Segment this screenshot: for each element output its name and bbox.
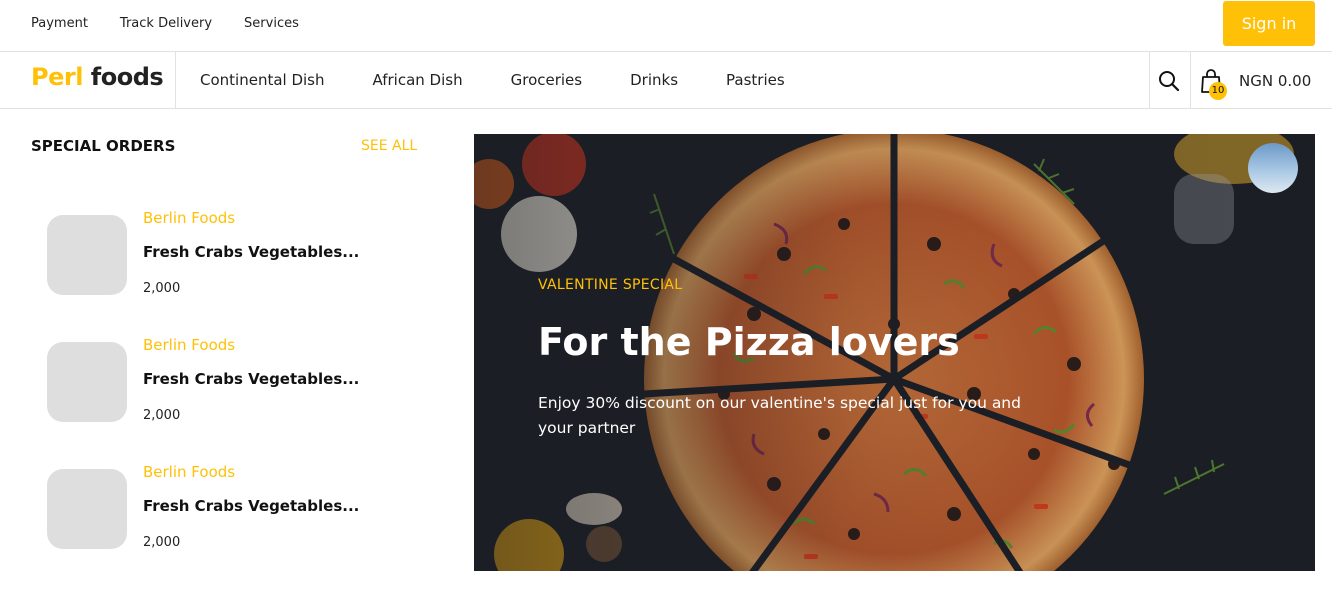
hero-tag: VALENTINE SPECIAL bbox=[538, 277, 683, 293]
top-link-payment[interactable]: Payment bbox=[31, 16, 88, 31]
order-thumbnail bbox=[47, 215, 127, 295]
order-thumbnail bbox=[47, 469, 127, 549]
special-order-item[interactable]: Berlin Foods Fresh Crabs Vegetables... 2… bbox=[47, 209, 377, 309]
nav-divider bbox=[175, 52, 176, 109]
search-button[interactable] bbox=[1157, 69, 1181, 93]
order-price: 2,000 bbox=[143, 281, 181, 296]
special-order-item[interactable]: Berlin Foods Fresh Crabs Vegetables... 2… bbox=[47, 336, 377, 436]
top-bar: Payment Track Delivery Services Sign in bbox=[0, 0, 1332, 52]
order-vendor: Berlin Foods bbox=[143, 336, 236, 354]
hero-description: Enjoy 30% discount on our valentine's sp… bbox=[538, 394, 1021, 437]
nav-divider bbox=[1149, 52, 1150, 109]
order-thumbnail bbox=[47, 342, 127, 422]
main-navbar: Perl foods Continental Dish African Dish… bbox=[0, 52, 1332, 109]
logo[interactable]: Perl foods bbox=[31, 63, 164, 91]
nav-item-groceries[interactable]: Groceries bbox=[511, 71, 583, 89]
nav-divider bbox=[1190, 52, 1191, 109]
search-icon bbox=[1159, 71, 1180, 92]
nav-item-continental-dish[interactable]: Continental Dish bbox=[200, 71, 325, 89]
top-links: Payment Track Delivery Services bbox=[31, 16, 299, 31]
order-name: Fresh Crabs Vegetables... bbox=[143, 243, 360, 261]
special-order-item[interactable]: Berlin Foods Fresh Crabs Vegetables... 2… bbox=[47, 463, 377, 563]
hero-banner[interactable]: VALENTINE SPECIAL For the Pizza lovers E… bbox=[474, 134, 1315, 571]
hero-title: For the Pizza lovers bbox=[538, 320, 960, 364]
order-name: Fresh Crabs Vegetables... bbox=[143, 370, 360, 388]
see-all-link[interactable]: SEE ALL bbox=[361, 138, 417, 154]
logo-part-foods: foods bbox=[90, 63, 164, 91]
top-link-services[interactable]: Services bbox=[244, 16, 299, 31]
special-orders-title: SPECIAL ORDERS bbox=[31, 137, 176, 155]
cart-count-badge: 10 bbox=[1209, 82, 1227, 100]
category-nav: Continental Dish African Dish Groceries … bbox=[200, 71, 833, 89]
top-link-track-delivery[interactable]: Track Delivery bbox=[120, 16, 212, 31]
order-price: 2,000 bbox=[143, 535, 181, 550]
user-avatar[interactable] bbox=[1248, 143, 1298, 193]
order-name: Fresh Crabs Vegetables... bbox=[143, 497, 360, 515]
sign-in-button[interactable]: Sign in bbox=[1223, 1, 1315, 46]
order-vendor: Berlin Foods bbox=[143, 463, 236, 481]
nav-item-african-dish[interactable]: African Dish bbox=[373, 71, 463, 89]
cart-total: NGN 0.00 bbox=[1239, 72, 1312, 90]
order-price: 2,000 bbox=[143, 408, 181, 423]
nav-item-drinks[interactable]: Drinks bbox=[630, 71, 678, 89]
order-vendor: Berlin Foods bbox=[143, 209, 236, 227]
nav-item-pastries[interactable]: Pastries bbox=[726, 71, 785, 89]
logo-part-perl: Perl bbox=[31, 63, 83, 91]
